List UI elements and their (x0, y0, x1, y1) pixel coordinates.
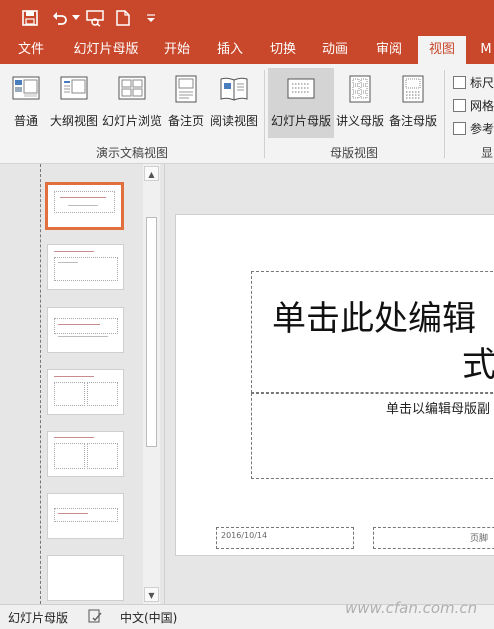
normal-view-label: 普通 (13, 114, 38, 128)
title-text: 单击此处编辑 (272, 299, 476, 339)
title-placeholder[interactable]: 单击此处编辑 式 (251, 271, 494, 393)
footer-text: 页脚 (470, 534, 489, 544)
ribbon-tabs: 文件 幻灯片母版 开始 插入 切换 动画 审阅 视图 M (0, 36, 494, 64)
normal-view-button[interactable]: 普通 (6, 68, 46, 138)
tab-animations[interactable]: 动画 (314, 36, 356, 64)
footer-placeholder[interactable]: 页脚 (373, 527, 494, 549)
scrollbar-thumb[interactable] (146, 217, 157, 447)
group-separator (264, 70, 265, 158)
slide-master-button[interactable]: 幻灯片母版 (268, 68, 334, 138)
ruler-checkbox[interactable]: 标尺 (453, 74, 494, 90)
notes-page-icon (171, 74, 201, 107)
watermark: www.cfan.com.cn (345, 599, 478, 617)
notes-master-button[interactable]: 备注母版 (386, 68, 440, 138)
tab-view[interactable]: 视图 (418, 36, 466, 64)
slide-thumbnail[interactable] (47, 369, 124, 415)
thumbnail-scrollbar[interactable]: ▲ ▼ (143, 164, 160, 604)
title-text-line2: 式 (462, 345, 494, 385)
reading-view-icon (219, 74, 249, 107)
undo-icon[interactable] (50, 7, 70, 29)
gridlines-label: 网格 (470, 98, 494, 113)
tab-insert[interactable]: 插入 (209, 36, 251, 64)
ribbon: 普通 大纲视图 幻灯片浏览 备注页 阅读视图 演示文稿视图 幻灯片母版 讲义母版… (0, 64, 494, 164)
new-file-icon[interactable] (114, 7, 132, 29)
customize-icon[interactable] (144, 7, 158, 29)
outline-view-icon (59, 74, 89, 107)
status-mode: 幻灯片母版 (8, 611, 69, 625)
ruler-label: 标尺 (470, 75, 494, 90)
slide-canvas[interactable]: 单击此处编辑 式 单击以编辑母版副 2016/10/14 页脚 (175, 214, 494, 556)
ruler-checkbox-box[interactable] (453, 75, 466, 89)
outline-view-button[interactable]: 大纲视图 (48, 68, 100, 138)
slide-sorter-icon (117, 74, 147, 107)
thumbnail-pane: ▲ ▼ (0, 164, 165, 604)
handout-master-button[interactable]: 讲义母版 (334, 68, 386, 138)
slide-master-icon (286, 74, 316, 107)
title-bar (0, 0, 494, 36)
reading-view-label: 阅读视图 (209, 114, 258, 128)
pane-guide-line (40, 164, 41, 604)
tab-slide-master[interactable]: 幻灯片母版 (64, 36, 148, 64)
normal-view-icon (11, 74, 41, 107)
slide-sorter-label: 幻灯片浏览 (102, 114, 163, 128)
subtitle-placeholder[interactable]: 单击以编辑母版副 (251, 393, 494, 479)
save-icon[interactable] (20, 7, 40, 29)
handout-master-icon (345, 74, 375, 107)
date-text: 2016/10/14 (221, 531, 268, 540)
notes-page-button[interactable]: 备注页 (164, 68, 208, 138)
slide-thumbnail[interactable] (47, 307, 124, 353)
slide-sorter-button[interactable]: 幻灯片浏览 (102, 68, 162, 138)
slide-master-label: 幻灯片母版 (270, 114, 331, 128)
gridlines-checkbox[interactable]: 网格 (453, 97, 494, 113)
tab-more[interactable]: M (478, 36, 494, 64)
notes-master-icon (398, 74, 428, 107)
guides-checkbox-box[interactable] (453, 121, 466, 135)
status-language[interactable]: 中文(中国) (120, 609, 177, 626)
subtitle-text: 单击以编辑母版副 (386, 402, 491, 417)
scroll-down-icon[interactable]: ▼ (144, 587, 159, 602)
slide-thumbnail[interactable] (47, 244, 124, 290)
guides-label: 参考 (470, 121, 494, 136)
slide-thumbnail[interactable] (47, 493, 124, 539)
tab-transitions[interactable]: 切换 (262, 36, 304, 64)
group-separator (444, 70, 445, 158)
date-placeholder[interactable]: 2016/10/14 (216, 527, 354, 549)
outline-view-label: 大纲视图 (49, 114, 98, 128)
presentation-icon[interactable] (84, 7, 106, 29)
handout-master-label: 讲义母版 (335, 114, 384, 128)
slide-thumbnail[interactable] (47, 555, 124, 601)
group-label-master-views: 母版视图 (330, 146, 379, 160)
slide-thumbnail[interactable] (47, 431, 124, 477)
group-label-presentation-views: 演示文稿视图 (96, 146, 169, 160)
slide-thumbnail[interactable] (45, 182, 124, 230)
notes-page-label: 备注页 (167, 114, 204, 128)
workspace: ▲ ▼ 单击此处编辑 式 单击以编辑母版副 2016/10/14 页脚 (0, 164, 494, 604)
scroll-up-icon[interactable]: ▲ (144, 166, 159, 181)
group-label-show: 显 (481, 146, 494, 160)
tab-home[interactable]: 开始 (156, 36, 198, 64)
spell-check-icon[interactable] (88, 609, 102, 626)
tab-file[interactable]: 文件 (8, 36, 54, 64)
reading-view-button[interactable]: 阅读视图 (208, 68, 260, 138)
undo-dropdown-icon[interactable] (71, 7, 81, 29)
guides-checkbox[interactable]: 参考 (453, 120, 494, 136)
gridlines-checkbox-box[interactable] (453, 98, 466, 112)
notes-master-label: 备注母版 (388, 114, 437, 128)
tab-review[interactable]: 审阅 (367, 36, 411, 64)
